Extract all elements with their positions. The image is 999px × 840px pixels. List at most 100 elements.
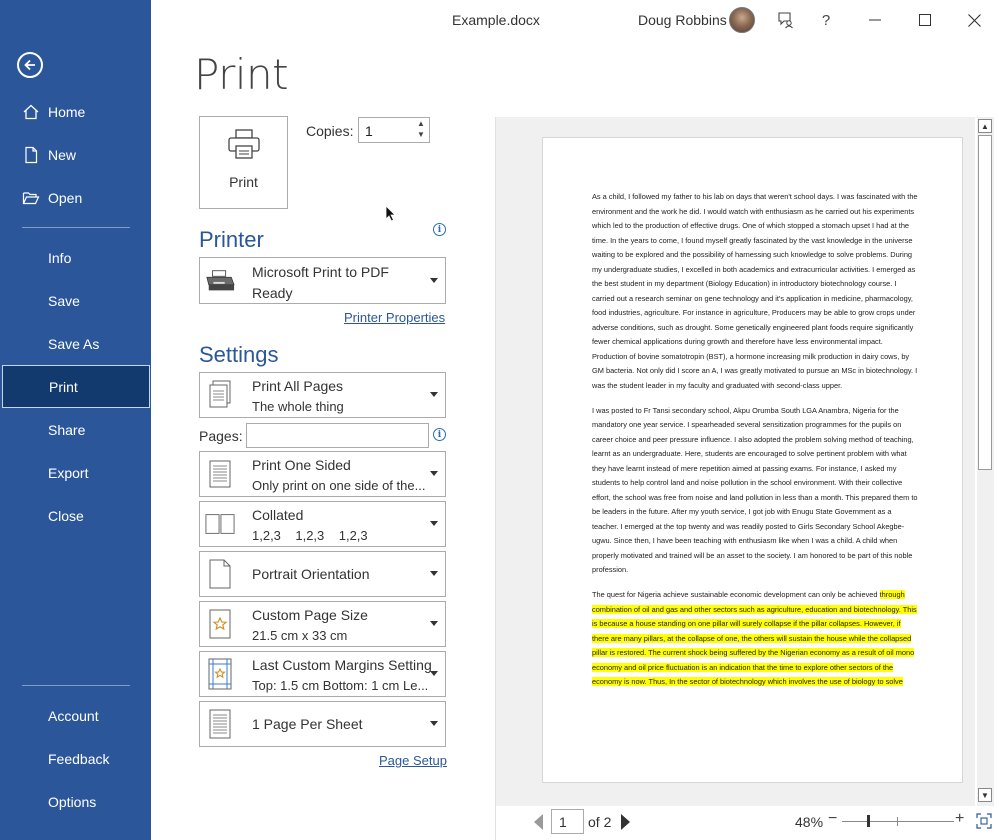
sidebar-item-new[interactable]: New [0, 133, 151, 176]
backstage-sidebar: Home New Open Info Save Save As Print Sh… [0, 0, 151, 840]
sidebar-item-share[interactable]: Share [0, 408, 151, 451]
chevron-down-icon [430, 721, 438, 726]
page-count: of 2 [588, 814, 612, 830]
collated-icon [205, 508, 235, 540]
zoom-out-icon[interactable]: − [828, 810, 837, 828]
sidebar-item-label: Export [48, 464, 89, 481]
pages-per-sheet-dropdown[interactable]: 1 Page Per Sheet [199, 701, 446, 747]
preview-paragraph: I was posted to Fr Tansi secondary schoo… [592, 405, 918, 575]
page-setup-link[interactable]: Page Setup [379, 753, 447, 768]
previous-page-icon[interactable] [534, 814, 543, 830]
setting-sub: The whole thing [252, 399, 344, 414]
sidebar-item-label: Open [48, 189, 83, 206]
page-size-dropdown[interactable]: Custom Page Size 21.5 cm x 33 cm [199, 601, 446, 647]
folder-open-icon [22, 189, 40, 207]
sidebar-item-label: Save As [48, 335, 100, 352]
zoom-slider-midmark [897, 817, 898, 826]
print-button[interactable]: Print [199, 116, 288, 209]
print-range-dropdown[interactable]: Print All Pages The whole thing [199, 372, 446, 418]
orientation-dropdown[interactable]: Portrait Orientation [199, 551, 446, 597]
chevron-down-icon [430, 471, 438, 476]
sidebar-item-feedback[interactable]: Feedback [0, 737, 151, 780]
printer-device-icon [205, 265, 235, 297]
sidebar-item-label: Share [48, 421, 86, 438]
chevron-down-icon [430, 621, 438, 626]
zoom-to-page-icon[interactable] [976, 813, 992, 829]
print-button-label: Print [229, 174, 258, 190]
sides-dropdown[interactable]: Print One Sided Only print on one side o… [199, 451, 446, 497]
sidebar-item-label: Save [48, 292, 80, 309]
sidebar-divider [22, 227, 130, 228]
margins-icon [205, 658, 235, 690]
printer-icon [227, 129, 261, 164]
preview-page: As a child, I followed my father to his … [542, 137, 963, 783]
info-icon[interactable]: i [433, 223, 446, 236]
sidebar-item-label: Home [48, 103, 86, 120]
coauthoring-icon[interactable] [774, 8, 798, 32]
title-bar: Example.docx Doug Robbins ? [151, 0, 999, 40]
sidebar-divider [22, 685, 130, 686]
sidebar-item-account[interactable]: Account [0, 694, 151, 737]
chevron-down-icon [430, 571, 438, 576]
collation-dropdown[interactable]: Collated 1,2,3 1,2,3 1,2,3 [199, 501, 446, 547]
next-page-icon[interactable] [621, 814, 630, 830]
zoom-slider-thumb[interactable] [867, 815, 870, 827]
back-button[interactable] [17, 52, 43, 78]
sidebar-item-label: Options [48, 793, 97, 810]
sidebar-item-label: Print [49, 378, 78, 395]
user-name[interactable]: Doug Robbins [638, 12, 727, 28]
page-size-icon [205, 608, 235, 640]
avatar[interactable] [729, 7, 755, 33]
setting-main: Custom Page Size [252, 607, 368, 623]
sidebar-item-close[interactable]: Close [0, 494, 151, 537]
document-title: Example.docx [452, 12, 540, 28]
pages-icon [205, 379, 235, 411]
margins-dropdown[interactable]: Last Custom Margins Setting Top: 1.5 cm … [199, 651, 446, 697]
printer-section-title: Printer [199, 227, 264, 252]
sidebar-item-open[interactable]: Open [0, 176, 151, 219]
scroll-up-icon[interactable]: ▲ [978, 119, 992, 133]
sidebar-item-home[interactable]: Home [0, 90, 151, 133]
pages-per-sheet-icon [205, 708, 235, 740]
preview-scrollbar[interactable]: ▲ ▼ [977, 117, 994, 806]
setting-sub: Only print on one side of the... [252, 478, 426, 493]
portrait-icon [205, 558, 235, 590]
setting-main: Portrait Orientation [252, 566, 370, 582]
help-icon[interactable]: ? [814, 8, 838, 32]
printer-dropdown[interactable]: Microsoft Print to PDF Ready [199, 257, 446, 304]
sidebar-item-options[interactable]: Options [0, 780, 151, 823]
zoom-level[interactable]: 48% [795, 814, 823, 830]
back-arrow-icon [24, 59, 35, 71]
setting-main: 1 Page Per Sheet [252, 716, 363, 732]
sidebar-item-label: Info [48, 249, 72, 266]
sidebar-item-save[interactable]: Save [0, 279, 151, 322]
sidebar-item-save-as[interactable]: Save As [0, 322, 151, 365]
copies-down-icon[interactable]: ▼ [416, 130, 426, 140]
printer-status: Ready [252, 285, 293, 301]
scroll-down-icon[interactable]: ▼ [978, 788, 992, 802]
minimize-icon[interactable] [863, 8, 887, 32]
maximize-icon[interactable] [913, 8, 937, 32]
info-icon[interactable]: i [433, 428, 446, 441]
pages-input[interactable] [246, 423, 429, 448]
zoom-slider[interactable] [842, 821, 954, 822]
new-doc-icon [22, 146, 40, 164]
preview-paragraph: The quest for Nigeria achieve sustainabl… [592, 588, 918, 690]
printer-properties-link[interactable]: Printer Properties [344, 310, 445, 325]
sidebar-item-label: Account [48, 707, 99, 724]
chevron-down-icon [430, 671, 438, 676]
page-number-input[interactable]: 1 [551, 809, 584, 834]
scrollbar-thumb[interactable] [978, 135, 992, 470]
zoom-in-icon[interactable]: + [955, 810, 964, 828]
chevron-down-icon [430, 392, 438, 397]
sidebar-item-label: Feedback [48, 750, 110, 767]
setting-main: Print All Pages [252, 378, 344, 394]
copies-up-icon[interactable]: ▲ [416, 119, 426, 129]
setting-sub: Top: 1.5 cm Bottom: 1 cm Le... [252, 678, 429, 693]
sidebar-item-export[interactable]: Export [0, 451, 151, 494]
sidebar-item-info[interactable]: Info [0, 236, 151, 279]
printer-name: Microsoft Print to PDF [252, 264, 389, 280]
home-icon [22, 103, 40, 121]
close-icon[interactable] [962, 8, 986, 32]
sidebar-item-print[interactable]: Print [2, 365, 150, 408]
